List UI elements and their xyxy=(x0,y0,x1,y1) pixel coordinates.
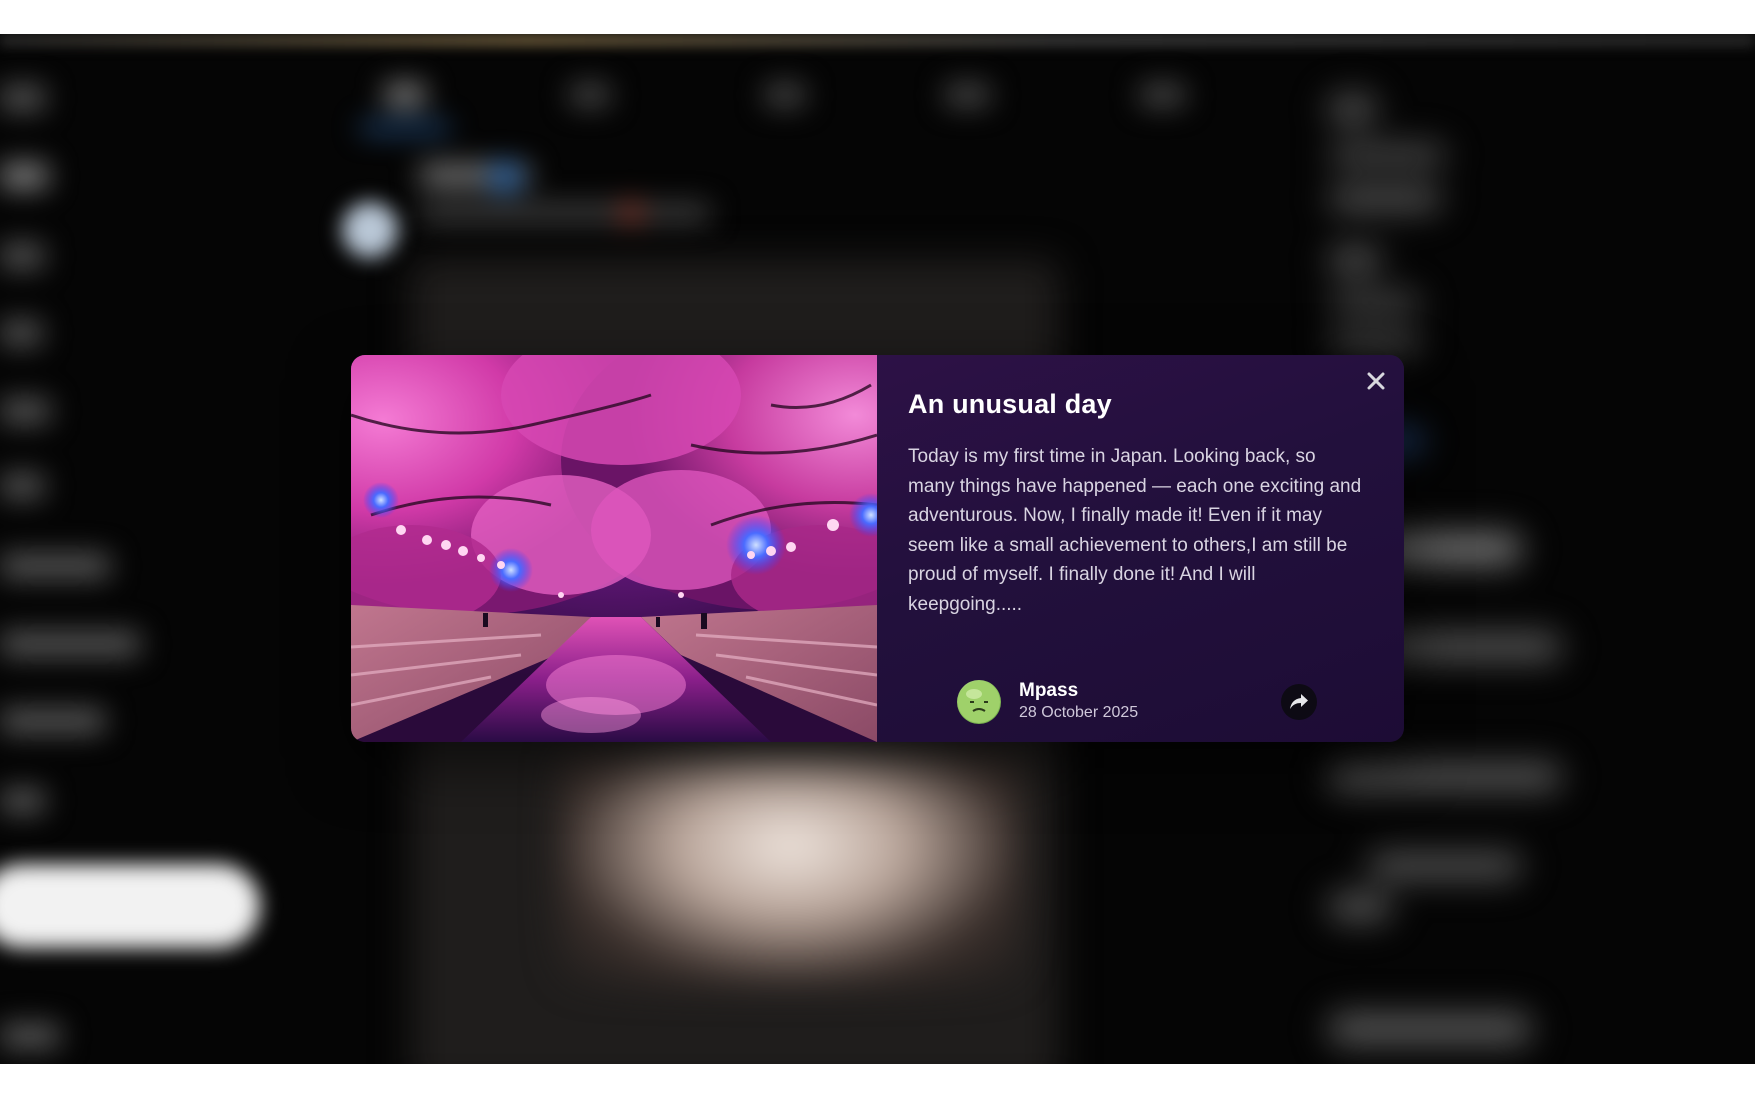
close-icon xyxy=(1367,372,1385,390)
author-name[interactable]: Mpass xyxy=(1019,680,1138,702)
post-details-panel: An unusual day Today is my first time in… xyxy=(877,355,1404,742)
post-body: Today is my first time in Japan. Looking… xyxy=(908,446,1362,615)
avatar[interactable] xyxy=(957,680,1001,724)
post-modal: An unusual day Today is my first time in… xyxy=(351,355,1404,742)
cherry-blossom-illustration xyxy=(351,355,877,742)
background-post-button xyxy=(0,864,260,948)
close-button[interactable] xyxy=(1364,369,1388,393)
screen: An unusual day Today is my first time in… xyxy=(0,0,1755,1096)
background-avatar xyxy=(342,202,398,258)
avatar-face-icon xyxy=(958,681,1000,723)
share-button[interactable] xyxy=(1281,684,1317,720)
post-title: An unusual day xyxy=(908,389,1112,419)
background-post-photo xyxy=(560,754,1020,984)
post-image-cherry-blossom-canal xyxy=(351,355,877,742)
post-date: 28 October 2025 xyxy=(1019,704,1139,721)
share-icon xyxy=(1290,694,1308,709)
author-info: Mpass 28 October 2025 xyxy=(1019,680,1138,724)
author-row: Mpass 28 October 2025 xyxy=(957,680,1138,724)
